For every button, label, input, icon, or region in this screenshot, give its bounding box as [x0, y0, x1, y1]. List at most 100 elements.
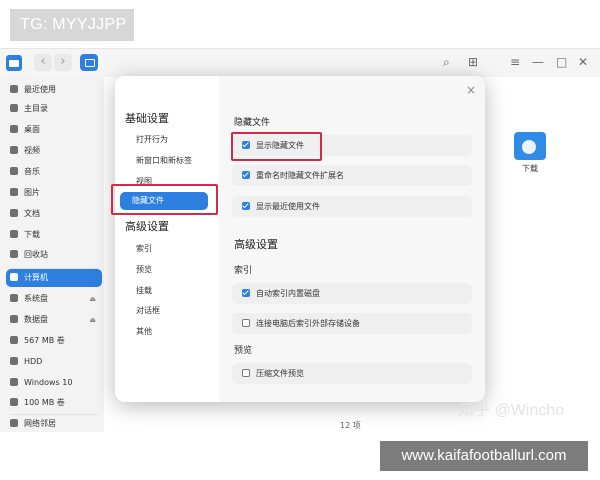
- sidebar-item-label: HDD: [24, 357, 43, 366]
- settings-dialog: ×: [115, 76, 485, 402]
- highlight-box: [231, 132, 322, 161]
- disk-icon: [10, 357, 18, 365]
- forward-button[interactable]: ›: [54, 54, 72, 71]
- sidebar-item-hdd[interactable]: HDD: [6, 353, 102, 371]
- checkbox[interactable]: [242, 202, 250, 210]
- sidebar-item-documents[interactable]: 文档: [6, 205, 102, 223]
- image-icon: [10, 188, 18, 196]
- checkbox[interactable]: [242, 289, 250, 297]
- sidebar-item-data-disk[interactable]: 数据盘 ⏏: [6, 311, 102, 329]
- disk-icon: [10, 315, 18, 323]
- close-dialog-button[interactable]: ×: [466, 83, 476, 97]
- computer-icon: [10, 273, 18, 281]
- checkbox[interactable]: [242, 171, 250, 179]
- home-icon: [10, 104, 18, 112]
- nav-item-open-behavior[interactable]: 打开行为: [136, 134, 168, 145]
- music-icon: [10, 167, 18, 175]
- disk-icon: [10, 294, 18, 302]
- sidebar-item-label: Windows 10: [24, 378, 73, 387]
- watermark-tg: TG: MYYJJPP: [10, 9, 134, 41]
- option-hide-ext-on-rename[interactable]: 重命名时隐藏文件扩展名: [232, 165, 472, 186]
- sidebar-item-windows10[interactable]: Windows 10: [6, 374, 102, 392]
- sidebar-item-trash[interactable]: 回收站: [6, 246, 102, 264]
- sidebar-item-system-disk[interactable]: 系统盘 ⏏: [6, 290, 102, 308]
- sidebar-item-computer[interactable]: 计算机: [6, 269, 102, 287]
- sidebar-item-label: 音乐: [24, 167, 40, 176]
- eject-icon[interactable]: ⏏: [89, 311, 96, 329]
- nav-item-other[interactable]: 其他: [136, 326, 152, 337]
- nav-item-preview[interactable]: 预览: [136, 264, 152, 275]
- sidebar-item-label: 网络邻居: [24, 419, 56, 428]
- minimize-button[interactable]: —: [532, 55, 544, 69]
- sidebar-item-videos[interactable]: 视频: [6, 142, 102, 160]
- nav-item-mount[interactable]: 挂载: [136, 285, 152, 296]
- folder-label[interactable]: 下载: [512, 163, 548, 174]
- menu-icon[interactable]: ≡: [510, 55, 520, 69]
- sidebar-item-label: 下载: [24, 230, 40, 239]
- option-show-recent-files[interactable]: 显示最近使用文件: [232, 196, 472, 217]
- option-label: 自动索引内置磁盘: [256, 289, 320, 298]
- maximize-button[interactable]: □: [556, 55, 567, 69]
- sidebar-item-label: 视频: [24, 146, 40, 155]
- nav-group-basic[interactable]: 基础设置: [125, 110, 169, 126]
- app-logo-icon: [6, 55, 22, 71]
- option-label: 重命名时隐藏文件扩展名: [256, 171, 344, 180]
- screenshot: ‹ › ⌕ ⊞ ≡ — □ ✕ 最近使用 主目录 桌面 视频 音乐 图片 文档 …: [0, 0, 600, 480]
- sidebar-item-music[interactable]: 音乐: [6, 163, 102, 181]
- sidebar: 最近使用 主目录 桌面 视频 音乐 图片 文档 下载 回收站 计算机 系统盘 ⏏ …: [0, 77, 104, 433]
- sidebar-item-volume-567mb[interactable]: 567 MB 卷: [6, 332, 102, 350]
- checkbox[interactable]: [242, 319, 250, 327]
- option-compress-preview[interactable]: 压缩文件预览: [232, 363, 472, 384]
- watermark-zhihu: 知乎 @Wincho: [458, 402, 565, 419]
- eject-icon[interactable]: ⏏: [89, 290, 96, 308]
- sidebar-item-label: 桌面: [24, 125, 40, 134]
- sidebar-item-pictures[interactable]: 图片: [6, 184, 102, 202]
- download-icon: [10, 230, 18, 238]
- nav-item-dialog[interactable]: 对话框: [136, 305, 160, 316]
- document-icon: [10, 209, 18, 217]
- sidebar-item-label: 计算机: [24, 273, 48, 282]
- section-title-advanced: 高级设置: [234, 238, 278, 251]
- sidebar-item-label: 100 MB 卷: [24, 398, 65, 407]
- sidebar-item-volume-100mb[interactable]: 100 MB 卷: [6, 394, 102, 412]
- highlight-box: [111, 184, 218, 215]
- nav-group-advanced[interactable]: 高级设置: [125, 218, 169, 234]
- sidebar-item-network[interactable]: 网络邻居: [6, 415, 102, 433]
- video-icon: [10, 146, 18, 154]
- disk-icon: [10, 336, 18, 344]
- nav-item-new-window-tab[interactable]: 新窗口和新标签: [136, 155, 192, 166]
- disk-icon: [10, 378, 18, 386]
- sidebar-item-label: 回收站: [24, 250, 48, 259]
- trash-icon: [10, 250, 18, 258]
- checkbox[interactable]: [242, 369, 250, 377]
- close-window-button[interactable]: ✕: [578, 55, 588, 69]
- back-button[interactable]: ‹: [34, 54, 52, 71]
- titlebar: ‹ › ⌕ ⊞ ≡ — □ ✕: [0, 49, 600, 77]
- sidebar-item-label: 文档: [24, 209, 40, 218]
- view-mode-icon[interactable]: ⊞: [468, 55, 478, 69]
- sidebar-item-home[interactable]: 主目录: [6, 100, 102, 118]
- network-icon: [10, 419, 18, 427]
- sidebar-item-recent[interactable]: 最近使用: [6, 81, 102, 99]
- item-count: 12 项: [340, 421, 361, 430]
- option-label: 连接电脑后索引外部存储设备: [256, 319, 360, 328]
- option-auto-index-internal[interactable]: 自动索引内置磁盘: [232, 283, 472, 304]
- disk-icon: [10, 398, 18, 406]
- sidebar-item-label: 系统盘: [24, 294, 48, 303]
- computer-view-button[interactable]: [80, 54, 98, 71]
- downloads-folder-icon[interactable]: [514, 132, 546, 160]
- nav-item-index[interactable]: 索引: [136, 243, 152, 254]
- clock-icon: [10, 85, 18, 93]
- search-icon[interactable]: ⌕: [443, 55, 450, 69]
- sidebar-item-downloads[interactable]: 下载: [6, 226, 102, 244]
- subsection-title-index: 索引: [234, 266, 253, 276]
- sidebar-item-label: 数据盘: [24, 315, 48, 324]
- subsection-title-preview: 预览: [234, 346, 253, 356]
- watermark-url: www.kaifafootballurl.com: [380, 441, 588, 471]
- desktop-icon: [10, 125, 18, 133]
- option-index-external[interactable]: 连接电脑后索引外部存储设备: [232, 313, 472, 334]
- option-label: 压缩文件预览: [256, 369, 304, 378]
- sidebar-item-desktop[interactable]: 桌面: [6, 121, 102, 139]
- sidebar-item-label: 主目录: [24, 104, 48, 113]
- sidebar-item-label: 图片: [24, 188, 40, 197]
